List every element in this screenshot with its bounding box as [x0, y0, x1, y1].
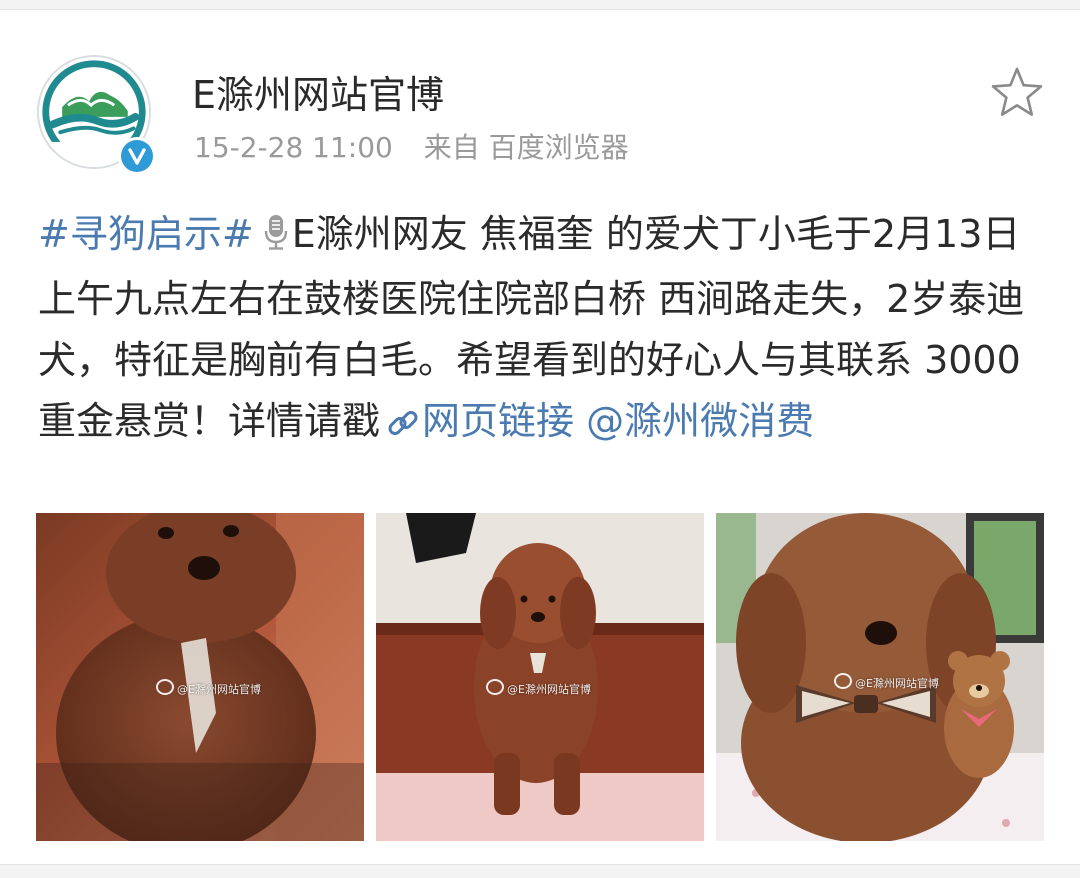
post-source: 来自 百度浏览器: [423, 131, 629, 164]
photo-watermark: @E滁州网站官博: [486, 679, 591, 697]
post-body: #寻狗启示# E滁州网友 焦福奎 的爱犬丁小毛于2月13日上午九点左右在鼓楼医院…: [38, 204, 1048, 458]
microphone-icon: [264, 208, 288, 269]
top-divider: [0, 0, 1080, 10]
bottom-divider: [0, 864, 1080, 878]
hashtag-link[interactable]: #寻狗启示#: [38, 212, 254, 256]
photo-2[interactable]: @E滁州网站官博: [376, 513, 704, 841]
dog-photo-image: [376, 513, 704, 841]
star-outline-icon[interactable]: [988, 64, 1046, 122]
photo-1[interactable]: @E滁州网站官博: [36, 513, 364, 841]
dog-photo-image: [36, 513, 364, 841]
mention-link[interactable]: @滁州微消费: [586, 399, 814, 443]
photo-3[interactable]: @E滁州网站官博: [716, 513, 1044, 841]
author-name[interactable]: E滁州网站官博: [192, 64, 444, 119]
photo-watermark: @E滁州网站官博: [834, 673, 939, 691]
post-timestamp: 15-2-28 11:00: [194, 131, 393, 164]
post-meta: 15-2-28 11:00 来自 百度浏览器: [194, 126, 629, 166]
verified-badge-icon: [118, 137, 156, 175]
link-icon[interactable]: [386, 397, 420, 458]
web-link[interactable]: 网页链接: [422, 399, 574, 443]
photo-watermark: @E滁州网站官博: [156, 679, 261, 697]
